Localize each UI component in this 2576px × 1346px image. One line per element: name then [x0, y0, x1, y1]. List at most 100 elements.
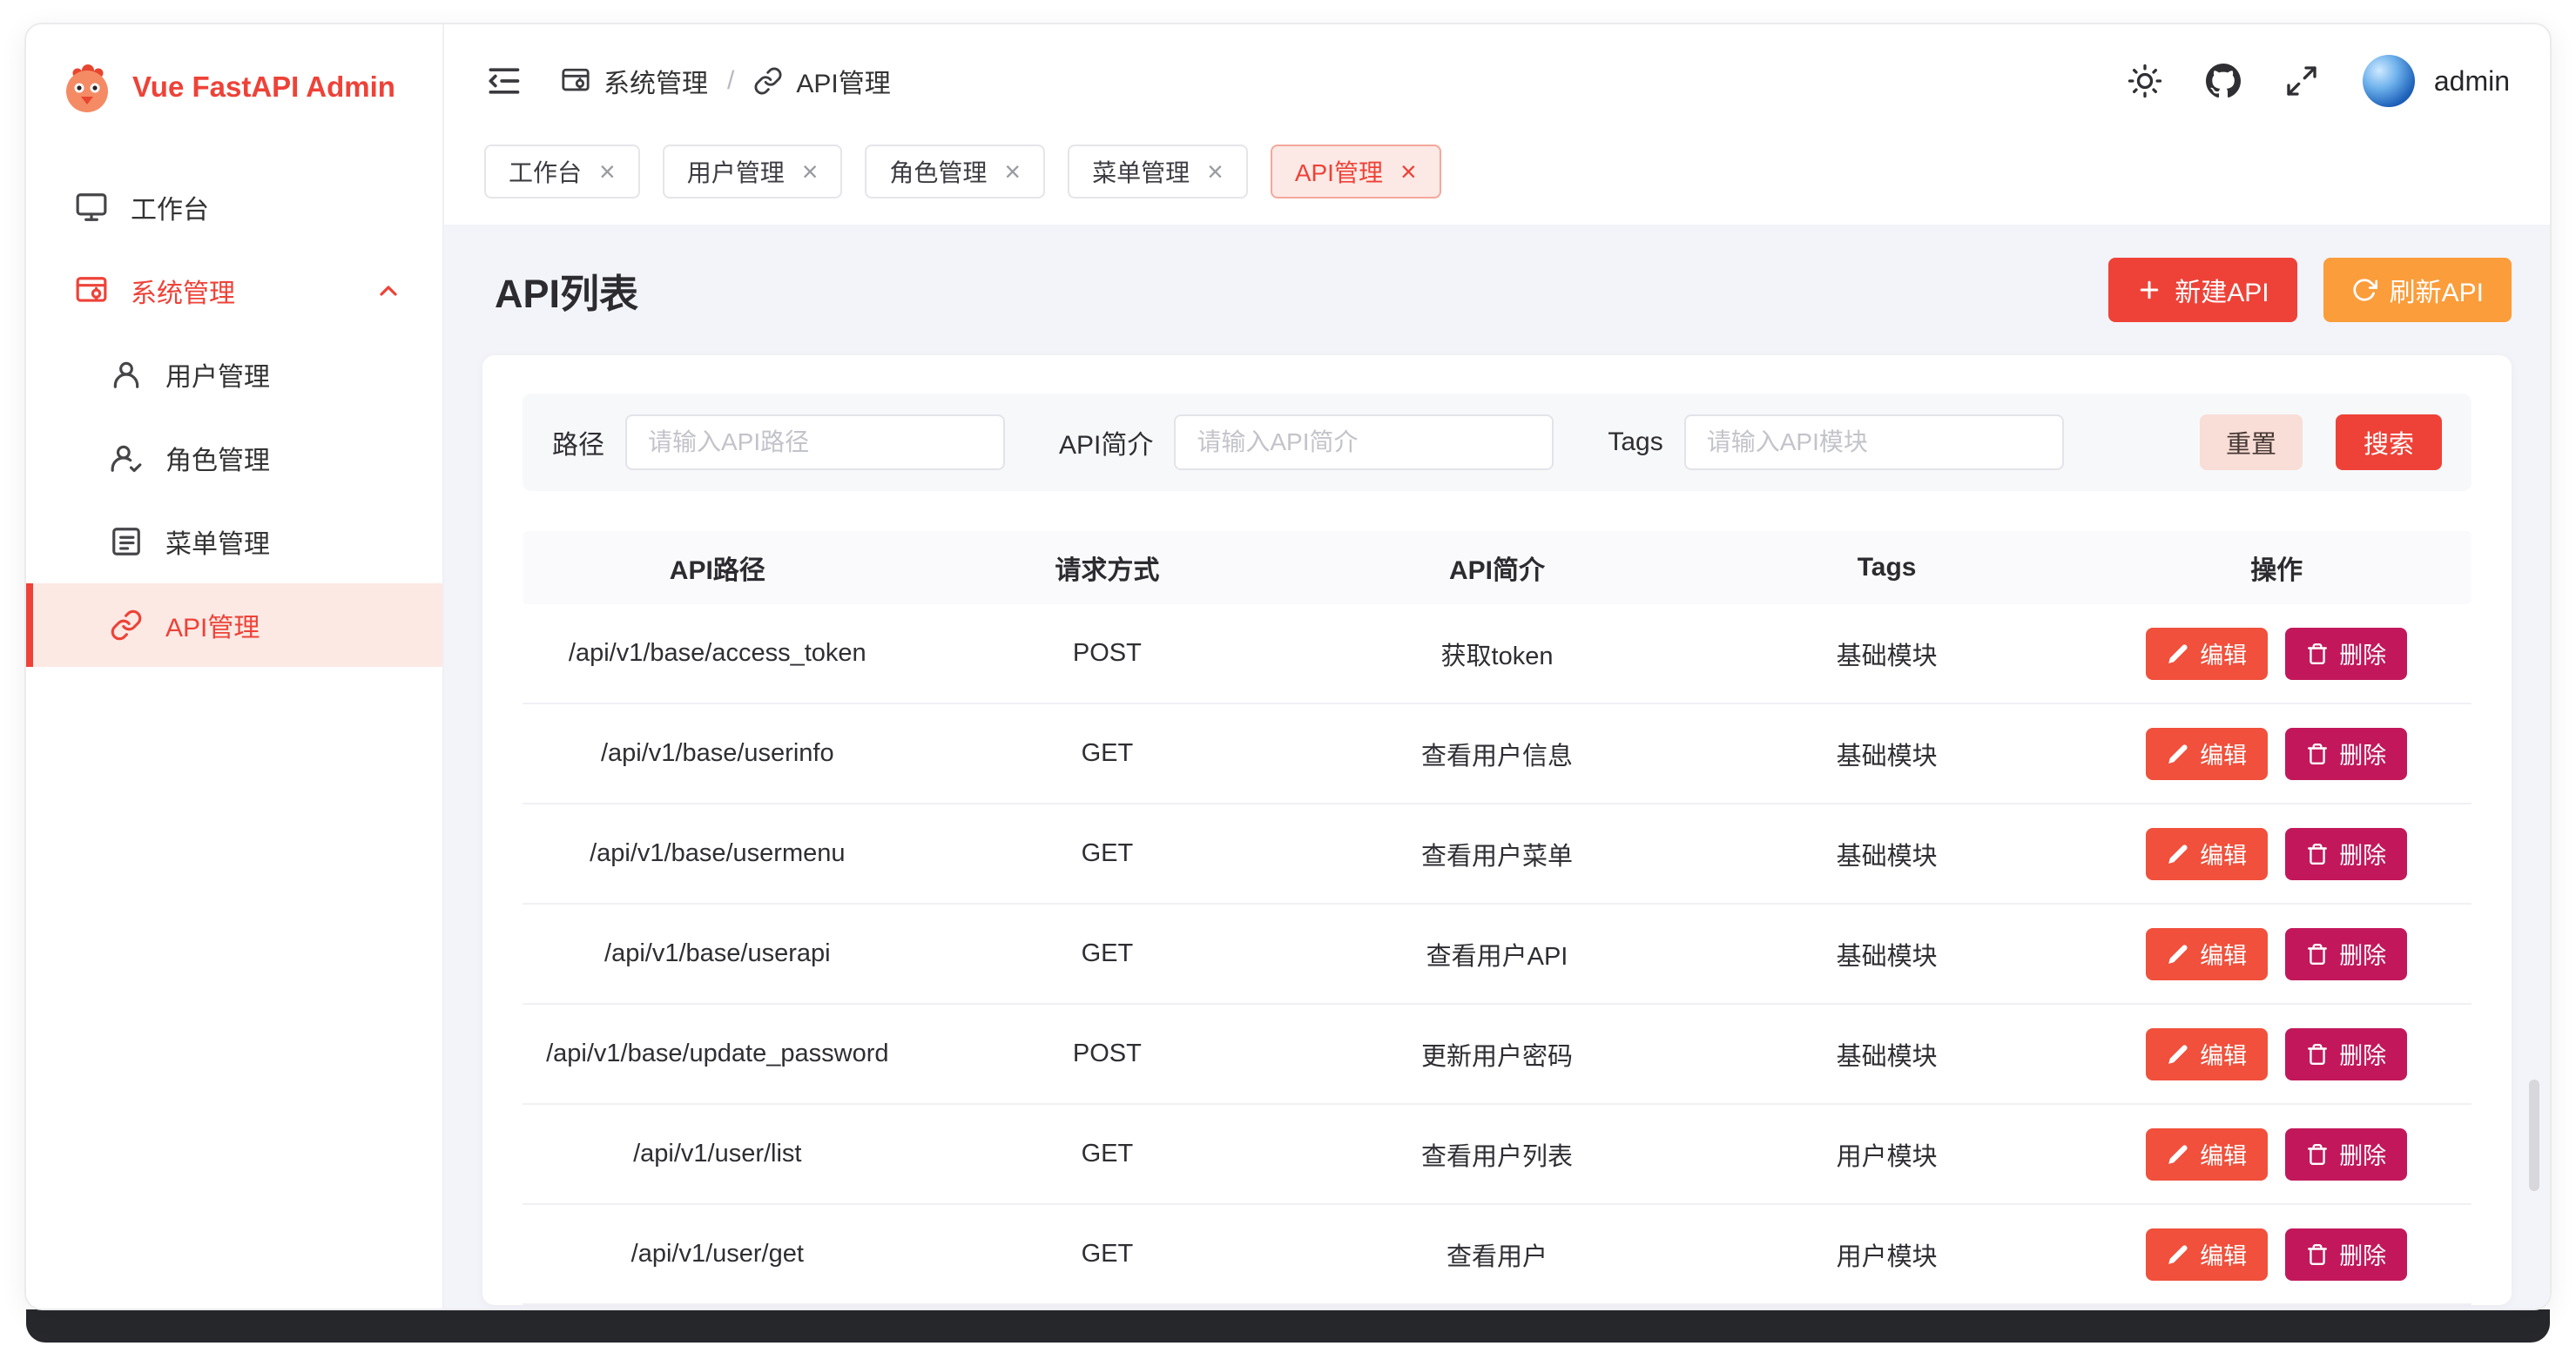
table-row: /api/v1/base/userinfo GET 查看用户信息 基础模块 编辑 [523, 704, 2471, 804]
cell-api-path: /api/v1/base/access_token [523, 639, 913, 668]
new-api-button[interactable]: 新建API [2108, 258, 2296, 322]
sidebar-item-system-management[interactable]: 系统管理 [26, 249, 442, 333]
cell-method: GET [913, 1240, 1303, 1269]
vertical-scrollbar-thumb[interactable] [2529, 1080, 2539, 1191]
app-window: Vue FastAPI Admin 工作台 系统管理 用户管理 角色管理 [24, 23, 2552, 1310]
reset-button[interactable]: 重置 [2200, 414, 2303, 470]
table-row: /api/v1/base/userapi GET 查看用户API 基础模块 编辑 [523, 905, 2471, 1005]
tab-label: 菜单管理 [1092, 154, 1190, 189]
app-logo[interactable]: Vue FastAPI Admin [26, 24, 442, 122]
delete-button[interactable]: 删除 [2285, 728, 2407, 780]
theme-toggle-button[interactable] [2128, 64, 2162, 98]
main-area: 系统管理 / API管理 [444, 24, 2550, 1309]
cell-summary: 查看用户 [1302, 1236, 1692, 1273]
cell-tags: 基础模块 [1692, 936, 2082, 972]
cell-api-path: /api/v1/base/userapi [523, 939, 913, 968]
delete-button[interactable]: 删除 [2285, 1128, 2407, 1181]
edit-button[interactable]: 编辑 [2146, 1228, 2268, 1281]
edit-button[interactable]: 编辑 [2146, 928, 2268, 980]
sidebar-item-workbench[interactable]: 工作台 [26, 165, 442, 249]
delete-button[interactable]: 删除 [2285, 1228, 2407, 1281]
sidebar-item-role-management[interactable]: 角色管理 [26, 416, 442, 500]
edit-button[interactable]: 编辑 [2146, 1128, 2268, 1181]
menu-fold-icon [484, 62, 523, 100]
tab[interactable]: 角色管理 × [865, 145, 1045, 199]
tab-close-icon[interactable]: × [1004, 158, 1021, 185]
menu-list-icon [110, 525, 143, 558]
sun-icon [2128, 64, 2162, 98]
plus-icon [2136, 277, 2162, 303]
cell-api-path: /api/v1/base/userinfo [523, 739, 913, 768]
link-icon [753, 66, 783, 96]
edit-button[interactable]: 编辑 [2146, 728, 2268, 780]
col-header-method: 请求方式 [913, 548, 1303, 587]
system-icon [561, 66, 590, 96]
cell-api-path: /api/v1/base/usermenu [523, 839, 913, 868]
col-header-summary: API简介 [1302, 548, 1692, 587]
cell-api-path: /api/v1/user/list [523, 1140, 913, 1168]
edit-button[interactable]: 编辑 [2146, 628, 2268, 680]
path-input[interactable] [625, 414, 1005, 470]
edit-button[interactable]: 编辑 [2146, 828, 2268, 880]
trash-icon [2306, 643, 2329, 665]
delete-button[interactable]: 删除 [2285, 828, 2407, 880]
top-header: 系统管理 / API管理 [444, 24, 2550, 138]
link-icon [110, 609, 143, 642]
fullscreen-button[interactable] [2284, 64, 2319, 98]
sidebar-item-menu-management[interactable]: 菜单管理 [26, 500, 442, 583]
breadcrumb-item-system[interactable]: 系统管理 [561, 62, 708, 100]
tab-close-icon[interactable]: × [1400, 158, 1417, 185]
cell-summary: 获取token [1302, 636, 1692, 672]
refresh-icon [2351, 277, 2377, 303]
table-row: /api/v1/base/update_password POST 更新用户密码… [523, 1005, 2471, 1105]
cell-api-path: /api/v1/base/update_password [523, 1040, 913, 1068]
role-icon [110, 441, 143, 474]
cell-actions: 编辑 删除 [2081, 1228, 2471, 1281]
page-content: API列表 新建API 刷新API 路径 [444, 225, 2550, 1309]
breadcrumb-item-api[interactable]: API管理 [753, 62, 890, 100]
col-header-api-path: API路径 [523, 548, 913, 587]
trash-icon [2306, 843, 2329, 865]
cell-method: POST [913, 1040, 1303, 1068]
delete-button[interactable]: 删除 [2285, 628, 2407, 680]
sidebar-item-api-management[interactable]: API管理 [26, 583, 442, 667]
col-header-actions: 操作 [2081, 548, 2471, 587]
filter-bar: 路径 API简介 Tags 重置 搜索 [523, 394, 2471, 491]
sidebar-item-user-management[interactable]: 用户管理 [26, 333, 442, 416]
page-header-actions: 新建API 刷新API [2108, 258, 2512, 322]
chick-logo-icon [59, 59, 115, 115]
sidebar-collapse-button[interactable] [484, 62, 523, 100]
pencil-icon [2167, 1243, 2189, 1266]
cell-method: GET [913, 739, 1303, 768]
sidebar-item-label: 用户管理 [165, 355, 270, 394]
tab[interactable]: API管理 × [1271, 145, 1441, 199]
api-list-card: 路径 API简介 Tags 重置 搜索 [482, 355, 2512, 1305]
tab-close-icon[interactable]: × [599, 158, 616, 185]
pencil-icon [2167, 1143, 2189, 1166]
tab[interactable]: 工作台 × [484, 145, 640, 199]
cell-actions: 编辑 删除 [2081, 728, 2471, 780]
edit-button[interactable]: 编辑 [2146, 1028, 2268, 1080]
tab[interactable]: 用户管理 × [663, 145, 843, 199]
github-button[interactable] [2206, 64, 2241, 98]
summary-input[interactable] [1174, 414, 1554, 470]
user-menu[interactable]: admin [2363, 55, 2510, 107]
filter-path: 路径 [552, 414, 1005, 470]
cell-summary: 查看用户信息 [1302, 736, 1692, 772]
sidebar-menu: 工作台 系统管理 用户管理 角色管理 菜单管理 API管理 [26, 165, 442, 667]
delete-button[interactable]: 删除 [2285, 1028, 2407, 1080]
delete-button[interactable]: 删除 [2285, 928, 2407, 980]
username: admin [2434, 65, 2510, 98]
tags-input[interactable] [1684, 414, 2064, 470]
tab-close-icon[interactable]: × [1207, 158, 1224, 185]
cell-api-path: /api/v1/user/get [523, 1240, 913, 1269]
table-row: /api/v1/user/list GET 查看用户列表 用户模块 编辑 [523, 1105, 2471, 1205]
tab-close-icon[interactable]: × [802, 158, 819, 185]
sidebar-item-label: 工作台 [131, 188, 209, 226]
tab[interactable]: 菜单管理 × [1068, 145, 1248, 199]
search-button[interactable]: 搜索 [2336, 414, 2442, 470]
workbench-icon [75, 191, 108, 224]
refresh-api-button[interactable]: 刷新API [2323, 258, 2512, 322]
cell-tags: 基础模块 [1692, 736, 2082, 772]
avatar [2363, 55, 2415, 107]
